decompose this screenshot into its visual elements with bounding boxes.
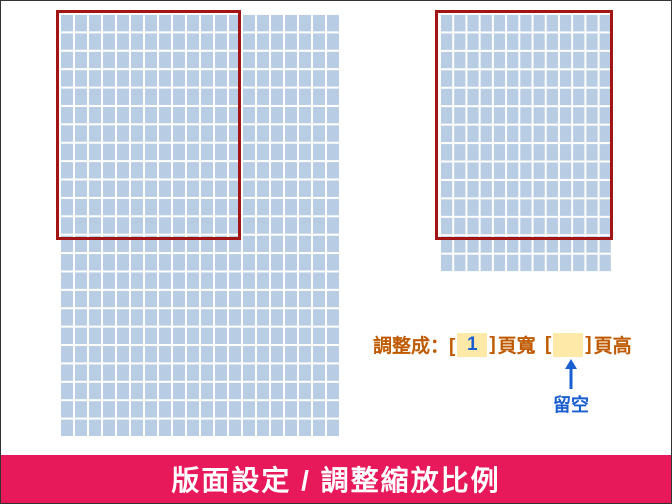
pages-tall-value-box (553, 333, 583, 357)
fit-to-formula: 調整成：[ 1 ] 頁寬 [ ] 頁高 (373, 331, 632, 358)
formula-close-1: ] (489, 334, 495, 356)
formula-prefix: 調整成：[ (373, 331, 455, 358)
pages-tall-label: 頁高 (594, 331, 632, 358)
footer-title: 版面設定 / 調整縮放比例 (171, 459, 500, 499)
footer-title-bar: 版面設定 / 調整縮放比例 (1, 455, 671, 503)
formula-close-2: ] (585, 334, 591, 356)
arrow-up-icon (563, 359, 579, 389)
pages-wide-value-box: 1 (457, 333, 487, 357)
diagram-canvas: 調整成：[ 1 ] 頁寬 [ ] 頁高 留空 (1, 1, 671, 457)
blank-annotation: 留空 (553, 359, 589, 417)
pages-wide-label: 頁寬 (498, 331, 536, 358)
formula-open-2: [ (545, 334, 551, 356)
right-page-frame (435, 10, 613, 240)
left-page-frame (56, 10, 241, 240)
blank-label: 留空 (553, 391, 589, 417)
